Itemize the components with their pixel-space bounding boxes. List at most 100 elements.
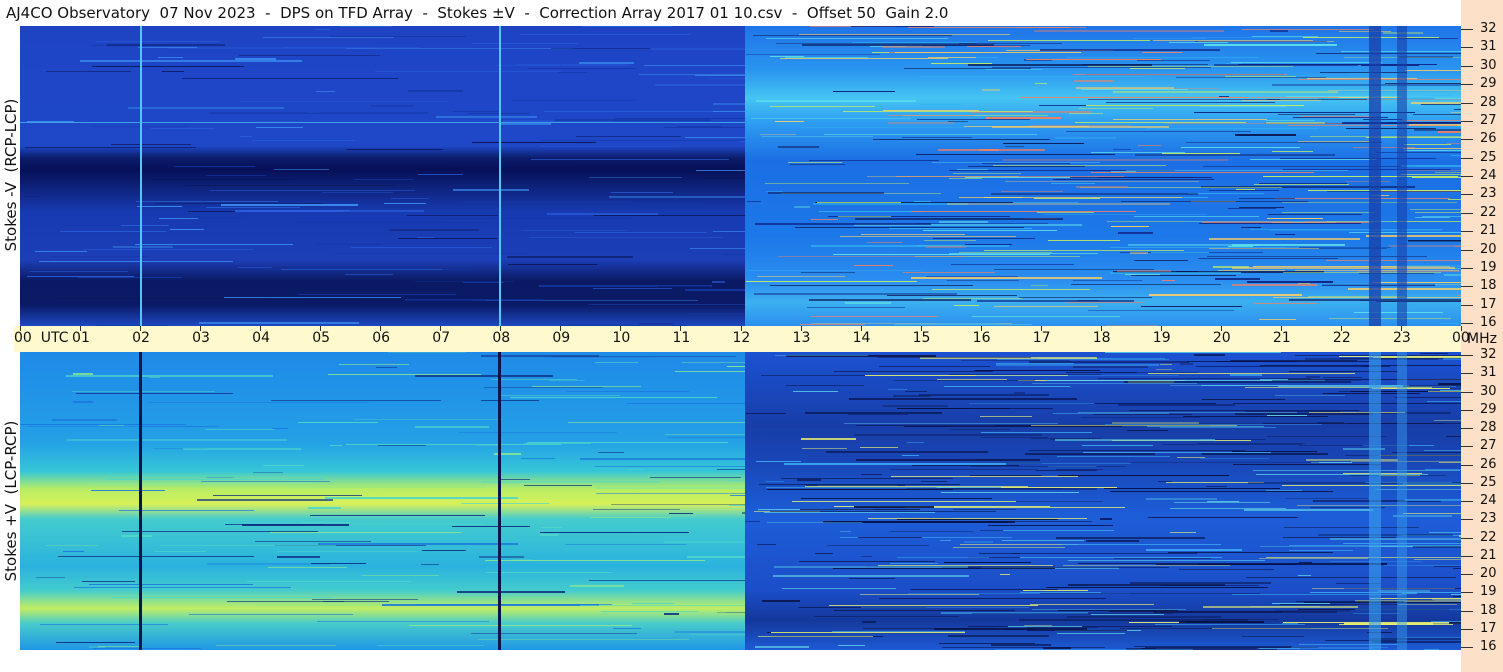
spectrum-streak: [1278, 114, 1355, 115]
spectrum-streak: [949, 253, 1098, 254]
spectrum-streak: [1209, 190, 1279, 191]
spectrum-streak: [961, 360, 1069, 361]
spectrum-streak: [809, 160, 939, 161]
spectrum-streak: [1037, 212, 1094, 213]
spectrum-streak: [415, 426, 489, 428]
spectrum-streak: [1400, 241, 1461, 242]
spectrum-streak: [858, 537, 922, 538]
spectrum-streak: [478, 639, 689, 640]
spectrum-streak: [72, 391, 215, 392]
spectrum-streak: [807, 307, 905, 308]
spectrum-streak: [1266, 120, 1315, 121]
spectrum-streak: [1446, 436, 1461, 437]
spectrum-streak: [969, 403, 1095, 404]
spectrum-streak: [1204, 44, 1337, 46]
spectrum-streak: [1127, 430, 1168, 431]
spectrum-streak: [1260, 546, 1434, 547]
spectrum-streak: [239, 55, 380, 56]
spectrum-streak: [582, 212, 745, 213]
spectrum-streak: [1410, 209, 1461, 210]
spectrum-streak: [767, 522, 862, 523]
spectrum-streak: [499, 395, 620, 396]
spectrum-streak: [1088, 99, 1280, 100]
spectrum-streak: [354, 179, 413, 180]
spectrum-streak: [575, 232, 707, 233]
freq-tick-label: 26: [1480, 131, 1497, 147]
spectrum-streak: [1066, 302, 1144, 303]
spectrum-streak: [1188, 193, 1264, 194]
spectrum-streak: [1063, 565, 1230, 566]
spectrum-streak: [991, 193, 1198, 195]
spectrum-streak: [805, 486, 1028, 487]
spectrum-streak: [322, 192, 393, 193]
spectrum-streak: [1239, 207, 1284, 208]
spectrum-streak: [1241, 227, 1261, 228]
spectrum-streak: [794, 206, 810, 208]
spectrum-streak: [949, 374, 1101, 375]
spectrum-streak: [1343, 473, 1422, 474]
spectrum-streak: [91, 126, 188, 127]
spectrum-streak: [768, 192, 884, 194]
spectrum-streak: [1146, 498, 1217, 500]
spectrum-streak: [398, 238, 497, 239]
spectrum-streak: [312, 599, 418, 600]
spectrum-streak: [1250, 159, 1376, 160]
spectrum-streak: [854, 506, 934, 508]
spectrum-streak: [1028, 590, 1044, 591]
spectrum-streak: [1228, 208, 1276, 209]
spectrum-streak: [1453, 596, 1461, 597]
spectrum-streak: [1141, 648, 1156, 649]
freq-tick-label: 19: [1480, 259, 1497, 275]
spectrum-streak: [50, 256, 150, 257]
spectrum-streak: [742, 512, 745, 514]
spectrum-streak: [189, 614, 353, 615]
spectrum-streak: [1176, 271, 1198, 272]
spectrum-streak: [1130, 68, 1185, 69]
spectrum-streak: [1153, 40, 1313, 41]
freq-tick-mark: [1461, 231, 1473, 232]
spectrum-streak: [1134, 216, 1259, 217]
spectrum-streak: [74, 587, 291, 588]
spectrum-streak: [1093, 414, 1192, 415]
spectrum-streak: [209, 112, 428, 114]
spectrum-streak: [951, 429, 1010, 430]
spectrum-streak: [1438, 131, 1461, 133]
spectrum-streak: [594, 215, 745, 216]
spectrum-streak: [1184, 221, 1393, 222]
spectrum-streak: [1304, 602, 1461, 603]
spectrum-streak: [1446, 303, 1461, 304]
spectrum-streak: [1034, 198, 1100, 199]
spectrum-streak: [302, 522, 350, 523]
spectrum-streak: [937, 379, 1007, 380]
spectrum-streak: [1003, 530, 1114, 531]
spectrum-streak: [1005, 146, 1024, 147]
spectrum-streak: [788, 162, 842, 163]
spectrum-streak: [1034, 30, 1224, 32]
spectrum-streak: [58, 556, 254, 557]
spectrum-streak: [912, 465, 1019, 466]
spectrum-streak: [1179, 621, 1264, 623]
spectrum-streak: [1236, 189, 1255, 190]
spectrum-streak: [996, 363, 1074, 364]
spectrum-streak: [241, 101, 448, 102]
spectrum-streak: [595, 466, 745, 467]
spectrum-streak: [252, 140, 355, 141]
freq-tick-mark: [1461, 410, 1473, 411]
spectrum-streak: [977, 300, 1134, 302]
spectrum-streak: [1130, 582, 1271, 584]
time-tick-label: 09: [552, 330, 571, 346]
time-tick-label: 22: [1332, 330, 1351, 346]
spectrum-streak: [76, 393, 233, 394]
spectrum-streak: [942, 567, 1169, 568]
spectrum-streak: [1035, 83, 1047, 84]
spectrum-streak: [1025, 453, 1155, 455]
spectrum-streak: [1081, 89, 1188, 90]
spectrum-streak: [1202, 399, 1285, 400]
spectrum-streak: [339, 364, 409, 365]
bottom-spectrogram: [20, 352, 1461, 650]
chart-title: AJ4CO Observatory 07 Nov 2023 - DPS on T…: [6, 4, 949, 22]
spectrum-streak: [1412, 177, 1461, 178]
spectrum-streak: [551, 48, 650, 49]
spectrum-streak: [1088, 310, 1234, 311]
spectrum-streak: [1118, 232, 1153, 234]
